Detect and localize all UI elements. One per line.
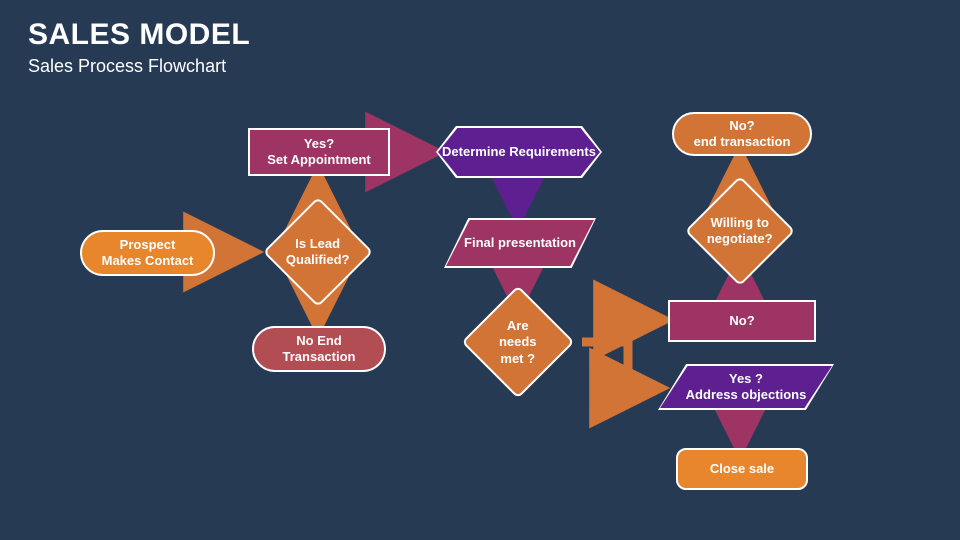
- node-close-sale: Close sale: [676, 448, 808, 490]
- node-set-appointment: Yes?Set Appointment: [248, 128, 390, 176]
- node-final-presentation: Final presentation: [444, 218, 596, 268]
- node-qualified-decision: Is Lead Qualified?: [263, 197, 373, 307]
- node-negotiate-decision: Willing to negotiate?: [685, 176, 795, 286]
- node-no-end-transaction-1: No End Transaction: [252, 326, 386, 372]
- node-needs-met-label: Are needs met ?: [488, 318, 548, 367]
- node-needs-met-decision: Are needs met ?: [461, 285, 574, 398]
- node-no-end-transaction-2: No?end transaction: [672, 112, 812, 156]
- node-no-end-transaction-1-label: No End Transaction: [262, 333, 376, 366]
- node-negotiate-label: Willing to negotiate?: [707, 215, 773, 248]
- node-prospect: ProspectMakes Contact: [80, 230, 215, 276]
- node-prospect-label: ProspectMakes Contact: [102, 237, 194, 270]
- node-close-sale-label: Close sale: [710, 461, 774, 477]
- flowchart-stage: ProspectMakes Contact Is Lead Qualified?…: [0, 0, 960, 540]
- node-final-presentation-label: Final presentation: [464, 235, 576, 251]
- node-set-appointment-label: Yes?Set Appointment: [267, 136, 371, 169]
- node-no-branch-label: No?: [729, 313, 754, 329]
- node-determine-requirements-label: Determine Requirements: [442, 144, 596, 160]
- node-qualified-label: Is Lead Qualified?: [286, 236, 350, 269]
- node-no-branch: No?: [668, 300, 816, 342]
- node-no-end-transaction-2-label: No?end transaction: [694, 118, 791, 151]
- node-address-objections-label: Yes ?Address objections: [686, 371, 807, 404]
- node-address-objections: Yes ?Address objections: [658, 364, 834, 410]
- node-determine-requirements: Determine Requirements: [436, 126, 602, 178]
